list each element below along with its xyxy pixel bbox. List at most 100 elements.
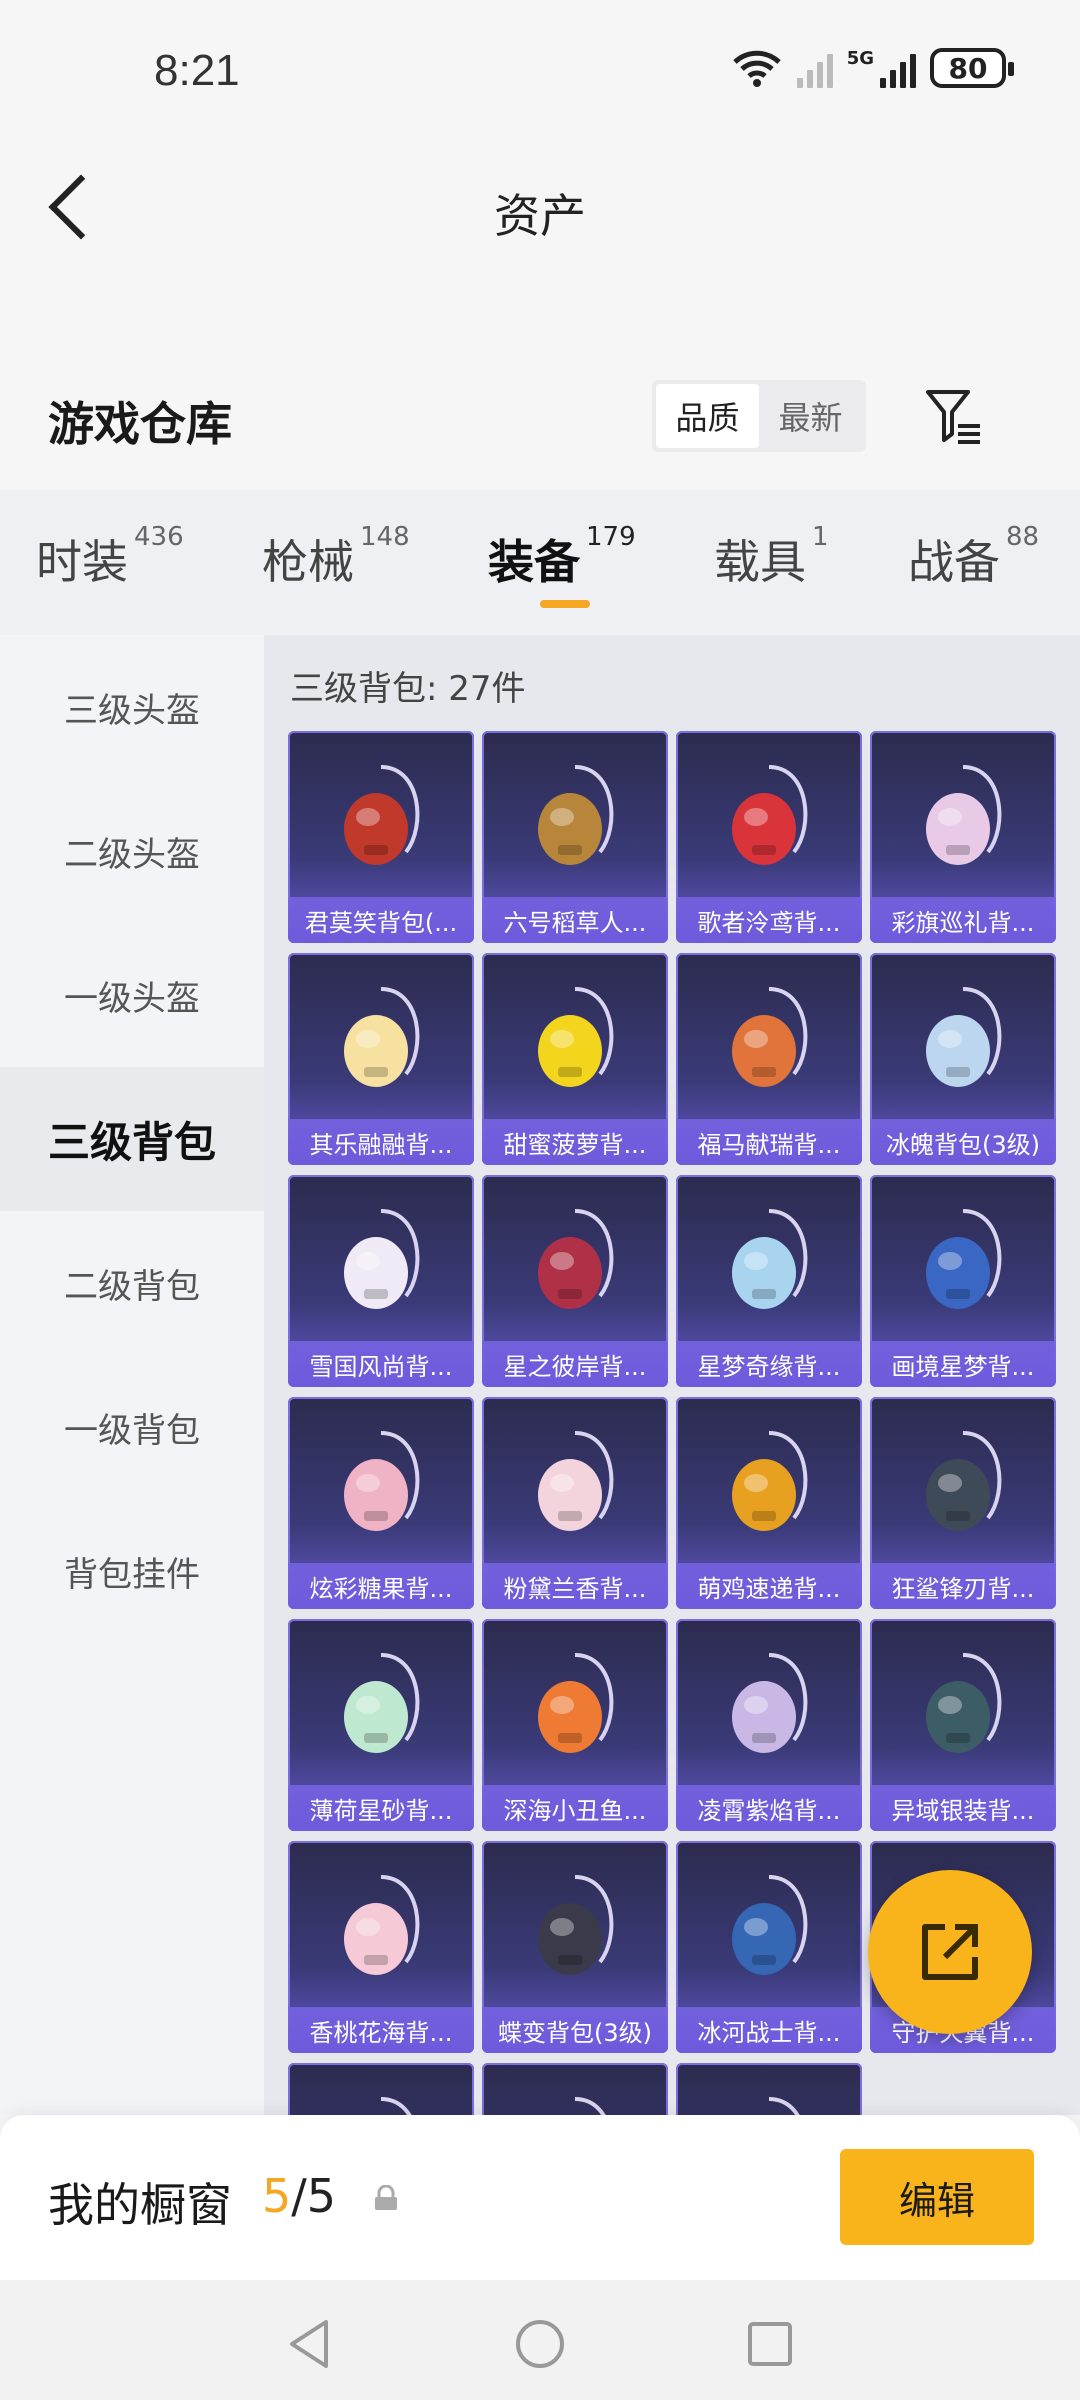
item-card[interactable]: 星梦奇缘背...: [676, 1175, 862, 1387]
backpack-icon: [926, 1653, 1002, 1753]
edit-button[interactable]: 编辑: [840, 2149, 1034, 2245]
item-card[interactable]: 雪国风尚背...: [288, 1175, 474, 1387]
backpack-icon: [732, 1653, 808, 1753]
item-card[interactable]: 蝶变背包(3级): [482, 1841, 668, 2053]
item-card[interactable]: 薄荷星砂背...: [288, 1619, 474, 1831]
tab-fashion[interactable]: 时装 436: [36, 522, 184, 592]
backpack-icon: [732, 1875, 808, 1975]
showcase-count: 5/5: [262, 2169, 336, 2223]
filter-icon[interactable]: [924, 386, 984, 446]
tab-vehicles[interactable]: 载具 1: [714, 522, 829, 592]
item-name: 深海小丑鱼...: [482, 1785, 668, 1831]
item-name: 君莫笑背包(...: [288, 897, 474, 943]
backpack-icon: [344, 1431, 420, 1531]
backpack-icon: [926, 1209, 1002, 1309]
showcase-label: 我的橱窗: [48, 2178, 232, 2232]
item-card[interactable]: 狂鲨锋刃背...: [870, 1397, 1056, 1609]
item-card[interactable]: 君莫笑背包(...: [288, 731, 474, 943]
tab-label: 时装: [36, 535, 128, 589]
sidebar-item-backpack-1[interactable]: 一级背包: [0, 1355, 264, 1499]
item-card[interactable]: [676, 2063, 862, 2115]
page-title: 资产: [494, 189, 586, 243]
item-card[interactable]: 萌鸡速递背...: [676, 1397, 862, 1609]
nav-recents-icon[interactable]: [740, 2314, 800, 2374]
backpack-icon: [344, 1209, 420, 1309]
item-card[interactable]: [482, 2063, 668, 2115]
signal-sim2-icon: [880, 48, 916, 88]
tab-equipment[interactable]: 装备 179: [488, 522, 636, 592]
sidebar-item-helmet-1[interactable]: 一级头盔: [0, 923, 264, 1067]
item-card[interactable]: 甜蜜菠萝背...: [482, 953, 668, 1165]
sort-option-latest[interactable]: 最新: [759, 384, 862, 448]
item-card[interactable]: 画境星梦背...: [870, 1175, 1056, 1387]
item-name: 六号稻草人...: [482, 897, 668, 943]
item-card[interactable]: 福马献瑞背...: [676, 953, 862, 1165]
item-card[interactable]: 冰魄背包(3级): [870, 953, 1056, 1165]
item-card[interactable]: 歌者泠鸢背...: [676, 731, 862, 943]
lock-icon: [375, 2185, 397, 2210]
category-tabs: 时装 436 枪械 148 装备 179 载具 1 战备 88: [0, 490, 1080, 635]
item-name: 画境星梦背...: [870, 1341, 1056, 1387]
tab-count: 148: [360, 522, 410, 552]
sidebar-item-helmet-3[interactable]: 三级头盔: [0, 635, 264, 779]
item-card[interactable]: 其乐融融背...: [288, 953, 474, 1165]
item-name: 甜蜜菠萝背...: [482, 1119, 668, 1165]
backpack-icon: [732, 987, 808, 1087]
tab-firearms[interactable]: 枪械 148: [262, 522, 410, 592]
wifi-icon: [732, 50, 781, 87]
item-card[interactable]: 凌霄紫焰背...: [676, 1619, 862, 1831]
tab-count: 436: [134, 522, 184, 552]
backpack-icon: [538, 1209, 614, 1309]
backpack-icon: [380, 2097, 412, 2115]
sort-option-quality[interactable]: 品质: [656, 384, 759, 448]
tab-gear[interactable]: 战备 88: [908, 522, 1039, 592]
tab-label: 载具: [714, 535, 806, 589]
showcase-separator: /: [291, 2169, 307, 2223]
warehouse-title: 游戏仓库: [48, 397, 232, 451]
backpack-icon: [538, 1875, 614, 1975]
item-name: 薄荷星砂背...: [288, 1785, 474, 1831]
sidebar-item-backpack-2[interactable]: 二级背包: [0, 1211, 264, 1355]
sidebar-item-helmet-2[interactable]: 二级头盔: [0, 779, 264, 923]
item-card[interactable]: 彩旗巡礼背...: [870, 731, 1056, 943]
item-count-label: 三级背包: 27件: [290, 669, 526, 709]
item-card[interactable]: 六号稻草人...: [482, 731, 668, 943]
subcategory-sidebar: 三级头盔 二级头盔 一级头盔 三级背包 二级背包 一级背包 背包挂件: [0, 635, 264, 2115]
tab-label: 战备: [908, 535, 1000, 589]
item-name: 星之彼岸背...: [482, 1341, 668, 1387]
item-card[interactable]: 香桃花海背...: [288, 1841, 474, 2053]
item-card[interactable]: 冰河战士背...: [676, 1841, 862, 2053]
item-card[interactable]: 异域银装背...: [870, 1619, 1056, 1831]
backpack-icon: [344, 1653, 420, 1753]
item-card[interactable]: 粉黛兰香背...: [482, 1397, 668, 1609]
item-name: 其乐融融背...: [288, 1119, 474, 1165]
sidebar-item-backpack-charm[interactable]: 背包挂件: [0, 1499, 264, 1643]
item-card[interactable]: 深海小丑鱼...: [482, 1619, 668, 1831]
item-card[interactable]: 炫彩糖果背...: [288, 1397, 474, 1609]
warehouse-header: 游戏仓库 品质 最新: [0, 360, 1080, 480]
nav-home-icon[interactable]: [510, 2314, 570, 2374]
item-name: 异域银装背...: [870, 1785, 1056, 1831]
status-time: 8:21: [154, 46, 240, 95]
sidebar-item-backpack-3[interactable]: 三级背包: [0, 1067, 264, 1211]
backpack-icon: [732, 1431, 808, 1531]
active-tab-indicator: [540, 600, 590, 608]
system-nav-bar: [0, 2280, 1080, 2400]
tab-count: 179: [586, 522, 636, 552]
showcase-current: 5: [262, 2169, 292, 2223]
item-name: 蝶变背包(3级): [482, 2007, 668, 2053]
item-name: 冰魄背包(3级): [870, 1119, 1056, 1165]
sort-toggle: 品质 最新: [652, 380, 866, 452]
backpack-icon: [344, 1875, 420, 1975]
backpack-icon: [926, 765, 1002, 865]
item-name: 香桃花海背...: [288, 2007, 474, 2053]
backpack-icon: [574, 2097, 606, 2115]
share-button[interactable]: [868, 1870, 1032, 2034]
item-card[interactable]: [288, 2063, 474, 2115]
backpack-icon: [926, 1431, 1002, 1531]
nav-back-icon[interactable]: [280, 2314, 340, 2374]
item-name: 凌霄紫焰背...: [676, 1785, 862, 1831]
backpack-icon: [926, 987, 1002, 1087]
showcase-bar: 我的橱窗 5/5 编辑: [0, 2115, 1080, 2280]
item-card[interactable]: 星之彼岸背...: [482, 1175, 668, 1387]
